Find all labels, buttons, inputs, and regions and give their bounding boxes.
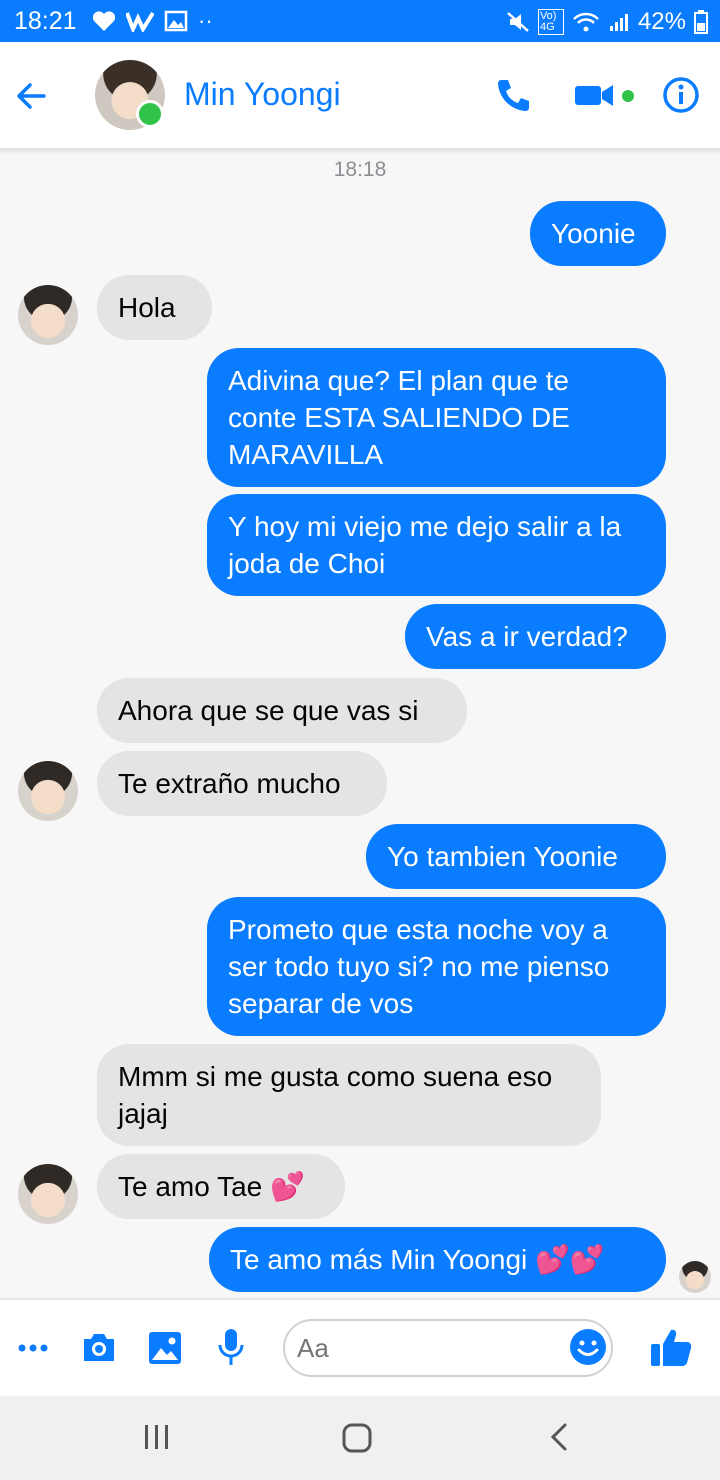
- contact-name[interactable]: Min Yoongi: [184, 76, 341, 113]
- message-outgoing[interactable]: Adivina que? El plan que te conte ESTA S…: [207, 348, 666, 487]
- microphone-icon[interactable]: [217, 1328, 245, 1366]
- message-input[interactable]: [283, 1319, 613, 1377]
- network-type: Vo) 4G: [537, 9, 564, 35]
- contact-avatar-small[interactable]: [18, 1164, 78, 1224]
- message-incoming[interactable]: Mmm si me gusta como suena eso jajaj: [97, 1044, 601, 1146]
- message-outgoing[interactable]: Te amo más Min Yoongi 💕💕: [209, 1227, 666, 1292]
- contact-avatar-small[interactable]: [18, 285, 78, 345]
- back-nav-icon[interactable]: [547, 1422, 571, 1452]
- gallery-icon[interactable]: [148, 1331, 182, 1365]
- status-notifications: ··: [92, 9, 213, 33]
- heart-icon: [92, 11, 116, 32]
- message-outgoing[interactable]: Yo tambien Yoonie: [366, 824, 666, 889]
- thumbs-up-icon[interactable]: [650, 1328, 692, 1368]
- w-app-icon: [126, 11, 154, 32]
- back-arrow-icon[interactable]: [14, 78, 50, 114]
- message-outgoing[interactable]: Y hoy mi viejo me dejo salir a la joda d…: [207, 494, 666, 596]
- online-status-dot: [136, 100, 164, 128]
- signal-icon: [609, 14, 628, 31]
- seen-receipt-avatar: [679, 1261, 711, 1293]
- wifi-icon: [573, 12, 599, 32]
- home-icon[interactable]: [341, 1422, 373, 1454]
- image-icon: [164, 10, 188, 32]
- battery-percent: 42%: [637, 8, 686, 35]
- battery-icon: [694, 10, 708, 34]
- recent-apps-icon[interactable]: [142, 1422, 172, 1452]
- emoji-icon[interactable]: [569, 1328, 607, 1366]
- chat-header: Min Yoongi: [0, 42, 720, 150]
- status-bar: 18:21 ·· Vo) 4G 42%: [0, 0, 720, 42]
- mute-icon: [507, 12, 529, 32]
- message-composer: [0, 1298, 720, 1398]
- more-icon[interactable]: [18, 1340, 48, 1356]
- message-incoming[interactable]: Te extraño mucho: [97, 751, 387, 816]
- message-incoming[interactable]: Ahora que se que vas si: [97, 678, 467, 743]
- status-system-icons: Vo) 4G 42%: [506, 8, 708, 36]
- message-outgoing[interactable]: Yoonie: [530, 201, 666, 266]
- message-incoming[interactable]: Hola: [97, 275, 212, 340]
- status-time: 18:21: [14, 7, 77, 35]
- video-active-dot: [622, 90, 634, 102]
- contact-avatar-small[interactable]: [18, 761, 78, 821]
- phone-call-icon[interactable]: [495, 76, 533, 114]
- video-call-icon[interactable]: [574, 80, 614, 110]
- info-icon[interactable]: [662, 76, 700, 114]
- camera-icon[interactable]: [81, 1331, 117, 1363]
- message-incoming[interactable]: Te amo Tae 💕: [97, 1154, 345, 1219]
- message-outgoing[interactable]: Vas a ir verdad?: [405, 604, 666, 669]
- system-nav-bar: [0, 1396, 720, 1480]
- conversation-timestamp: 18:18: [333, 158, 387, 181]
- message-outgoing[interactable]: Prometo que esta noche voy a ser todo tu…: [207, 897, 666, 1036]
- more-notifications-icon: ··: [198, 8, 213, 33]
